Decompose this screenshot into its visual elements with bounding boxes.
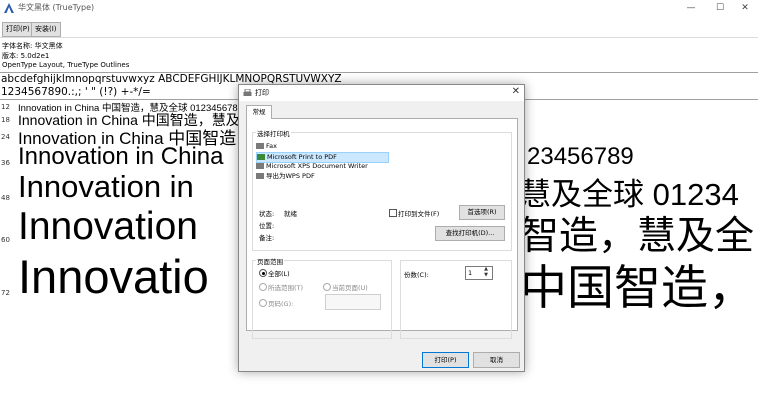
print-to-file-label: 打印到文件(F) — [398, 210, 440, 218]
tab-general[interactable]: 常规 — [246, 105, 272, 119]
font-name-line: 字体名称: 华文黑体 — [2, 42, 63, 50]
size-label: 24 — [1, 133, 10, 141]
size-label: 12 — [1, 103, 10, 111]
print-button[interactable]: 打印(P) — [2, 22, 32, 37]
minimize-button[interactable]: — — [677, 0, 705, 16]
range-current-label: 当前页面(U) — [332, 284, 368, 292]
default-printer-icon — [257, 154, 265, 160]
location-label: 位置: — [259, 222, 275, 230]
range-current-radio[interactable] — [323, 283, 331, 291]
cancel-button[interactable]: 取消 — [473, 352, 520, 368]
range-pages-radio[interactable] — [259, 299, 267, 307]
printer-list[interactable]: Fax Microsoft Print to PDF Microsoft XPS… — [256, 142, 391, 186]
copies-label: 份数(C): — [404, 271, 429, 279]
size-label: 72 — [1, 289, 10, 297]
sample-row: Innovation in China — [18, 143, 224, 170]
font-version-line: 版本: 5.0d2e1 — [2, 52, 50, 60]
status-label: 状态: — [259, 210, 275, 218]
printer-icon — [256, 143, 264, 149]
charset-digits: 1234567890.:,; ' " (!?) +-*/= — [1, 86, 151, 98]
printer-icon — [243, 89, 252, 96]
preferences-button[interactable]: 首选项(R) — [459, 205, 505, 220]
printer-item[interactable]: Fax — [256, 142, 391, 151]
close-button[interactable]: ✕ — [731, 0, 758, 16]
size-label: 36 — [1, 159, 10, 167]
sample-row: Innovation in — [18, 169, 194, 204]
status-value: 就绪 — [284, 210, 297, 218]
range-all-label: 全部(L) — [268, 270, 290, 278]
size-label: 60 — [1, 236, 10, 244]
comment-label: 备注: — [259, 234, 275, 242]
range-selection-radio[interactable] — [259, 283, 267, 291]
dialog-title-bar: 打印 ✕ — [239, 85, 524, 101]
sample-row: Innovatio — [18, 250, 209, 303]
print-dialog: 打印 ✕ 常规 选择打印机 Fax Microsoft Print to PDF… — [238, 84, 525, 372]
page-range-input[interactable] — [325, 294, 381, 310]
printer-item[interactable]: Microsoft XPS Document Writer — [256, 162, 391, 171]
select-printer-title: 选择打印机 — [256, 128, 291, 138]
dialog-title: 打印 — [255, 89, 269, 97]
sample-row: Innovation — [18, 205, 198, 248]
print-to-file-checkbox[interactable] — [389, 209, 397, 217]
size-label: 18 — [1, 116, 10, 124]
window-title: 华文黑体 (TrueType) — [18, 3, 95, 12]
sample-row-right: 23456789 — [527, 143, 634, 170]
printer-icon — [256, 163, 264, 169]
range-selection-label: 所选范围(T) — [268, 284, 304, 292]
range-pages-label: 页码(G): — [268, 300, 294, 308]
font-type-line: OpenType Layout, TrueType Outlines — [2, 61, 130, 69]
print-confirm-button[interactable]: 打印(P) — [422, 352, 469, 368]
dialog-close-button[interactable]: ✕ — [512, 86, 520, 97]
font-app-icon — [4, 3, 14, 13]
sample-row-right: 中国智造， — [520, 261, 755, 314]
install-button[interactable]: 安装(I) — [31, 22, 61, 37]
size-label: 48 — [1, 194, 10, 202]
toolbar-separator — [0, 37, 758, 38]
copies-down-arrow-icon[interactable]: ▼ — [482, 273, 490, 278]
printer-icon — [256, 173, 264, 179]
range-all-radio[interactable] — [259, 269, 267, 277]
find-printer-button[interactable]: 查找打印机(D)... — [435, 226, 505, 241]
page-range-title: 页面范围 — [256, 256, 284, 266]
title-bar: 华文黑体 (TrueType) — ☐ ✕ — [0, 0, 758, 16]
maximize-button[interactable]: ☐ — [706, 0, 734, 16]
printer-item[interactable]: 导出为WPS PDF — [256, 172, 391, 181]
